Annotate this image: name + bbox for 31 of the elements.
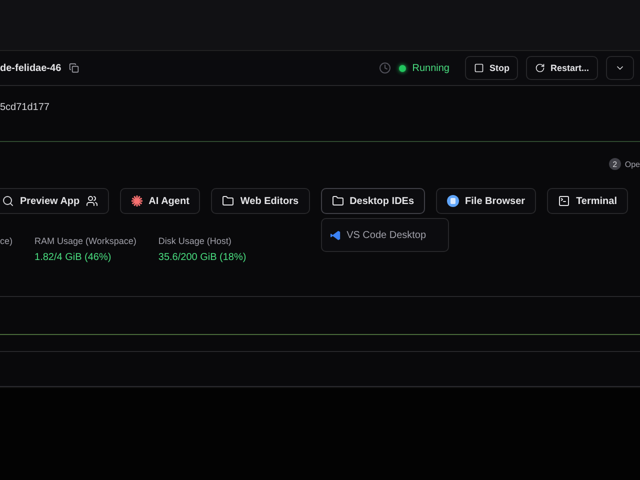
app-button[interactable]: Desktop IDEs xyxy=(320,188,426,214)
copy-icon[interactable] xyxy=(69,63,80,73)
restart-icon xyxy=(535,63,546,73)
stat-label: ce) xyxy=(0,236,13,246)
folder-icon xyxy=(332,195,344,207)
terminal-icon xyxy=(558,195,570,207)
restart-button[interactable]: Restart... xyxy=(526,56,598,80)
app-button[interactable]: Terminal xyxy=(547,188,628,214)
app-button[interactable]: Preview App xyxy=(0,188,109,214)
open-label: Ope xyxy=(624,160,640,168)
app-button[interactable]: File Browser xyxy=(436,188,536,214)
clock-icon xyxy=(379,62,392,74)
count-badge: 2 xyxy=(608,158,621,170)
stat-value: 35.6/200 GiB (18%) xyxy=(158,252,246,263)
id-text: 5cd71d177 xyxy=(0,86,640,142)
app-button[interactable]: AI Agent xyxy=(120,188,200,214)
status-label: Running xyxy=(399,62,450,74)
app-button[interactable]: Web Editors xyxy=(211,188,310,214)
workspace-name: de-felidae-46 xyxy=(0,62,62,74)
code-editor-icon xyxy=(330,230,341,240)
folder-icon xyxy=(222,195,234,207)
starburst-icon xyxy=(130,195,143,207)
users-icon xyxy=(86,195,98,207)
stop-button[interactable]: Stop xyxy=(465,56,518,80)
stop-icon xyxy=(474,63,484,73)
menu-item[interactable]: VS Code Desktop xyxy=(330,230,426,240)
stat-label: RAM Usage (Workspace) xyxy=(34,236,136,246)
search-icon xyxy=(2,195,14,207)
stat-value: 1.82/4 GiB (46%) xyxy=(34,252,112,263)
file-icon xyxy=(447,195,460,207)
stat-label: Disk Usage (Host) xyxy=(158,236,232,246)
